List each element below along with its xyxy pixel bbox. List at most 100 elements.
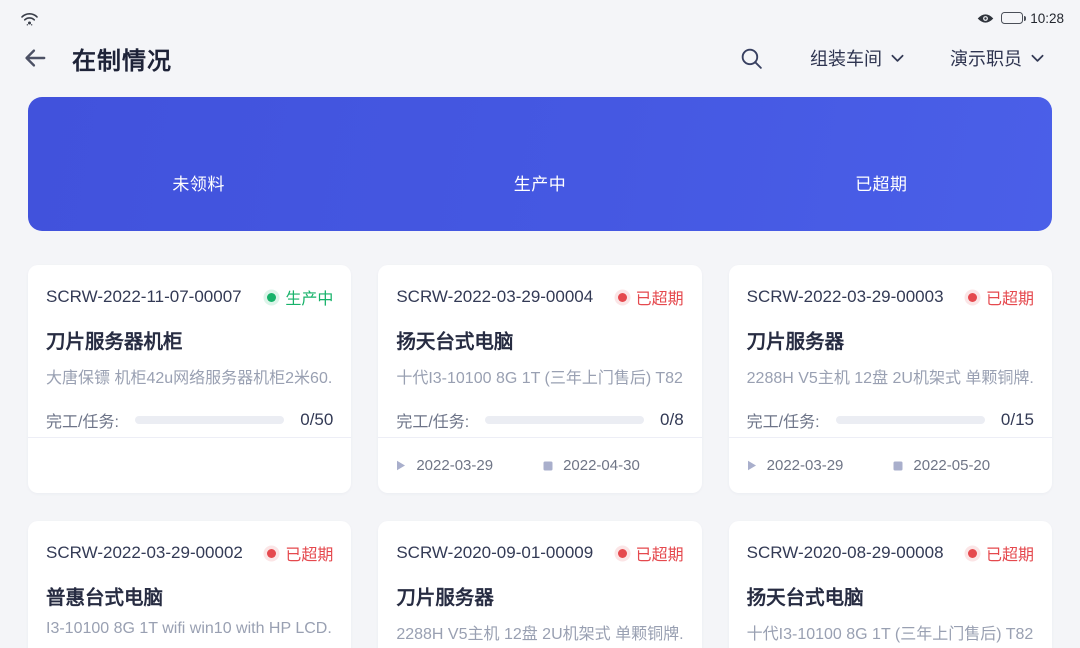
battery-icon [1001,12,1023,24]
eye-comfort-icon [977,13,994,24]
status-bar: 10:28 [0,0,1080,28]
product-title: 普惠台式电脑 [46,581,333,610]
status-label: 生产中 [285,285,333,309]
status-time: 10:28 [1030,11,1064,26]
card-head: SCRW-2022-03-29-00004 已超期 [396,285,683,309]
status-label: 已超期 [986,541,1034,565]
start-date: 2022-03-29 [767,457,844,474]
cards-grid: SCRW-2022-11-07-00007 生产中 刀片服务器机柜 大唐保镖 机… [28,265,1052,648]
status-label: 已超期 [285,541,333,565]
status-dot-icon [267,293,276,302]
start-date-group: 2022-03-29 [747,457,844,474]
card-body: SCRW-2022-03-29-00003 已超期 刀片服务器 2288H V5… [729,265,1052,437]
progress-label: 完工/任务: [747,408,820,432]
status-label: 已超期 [986,285,1034,309]
product-spec: 大唐保镖 机柜42u网络服务器机柜2米60... [46,364,333,388]
start-date: 2022-03-29 [416,457,493,474]
status-badge: 已超期 [968,285,1034,309]
progress-label: 完工/任务: [46,408,119,432]
status-badge: 已超期 [267,541,333,565]
status-dot-icon [618,293,627,302]
work-order-card[interactable]: SCRW-2020-08-29-00008 已超期 扬天台式电脑 十代I3-10… [729,521,1052,648]
status-dot-icon [968,293,977,302]
end-date: 2022-04-30 [563,457,640,474]
search-button[interactable] [739,46,764,71]
product-title: 刀片服务器 [396,581,683,610]
progress-bar [836,416,985,424]
page-title: 在制情况 [72,41,172,76]
status-label: 已超期 [636,541,684,565]
status-badge: 已超期 [968,541,1034,565]
product-spec: 十代I3-10100 8G 1T (三年上门售后) T82... [747,620,1034,644]
workshop-selector[interactable]: 组装车间 [810,45,904,71]
end-date-group: 2022-05-20 [893,457,990,474]
work-order-card[interactable]: SCRW-2022-11-07-00007 生产中 刀片服务器机柜 大唐保镖 机… [28,265,351,493]
user-selector-label: 演示职员 [950,45,1022,71]
product-title: 刀片服务器 [747,325,1034,354]
progress-label: 完工/任务: [396,408,469,432]
status-label: 已超期 [636,285,684,309]
card-head: SCRW-2022-03-29-00003 已超期 [747,285,1034,309]
card-head: SCRW-2020-08-29-00008 已超期 [747,541,1034,565]
play-icon [396,460,406,471]
order-code: SCRW-2020-09-01-00009 [396,543,593,563]
status-dot-icon [968,549,977,558]
tab-in-production[interactable]: 生产中 [369,170,710,195]
end-date: 2022-05-20 [913,457,990,474]
work-order-card[interactable]: SCRW-2020-09-01-00009 已超期 刀片服务器 2288H V5… [378,521,701,648]
progress-bar [135,416,284,424]
order-code: SCRW-2022-03-29-00003 [747,287,944,307]
start-date-group: 2022-03-29 [396,457,493,474]
card-body: SCRW-2022-03-29-00002 已超期 普惠台式电脑 I3-1010… [28,521,351,648]
page-header: 在制情况 组装车间 演示职员 [0,28,1080,88]
dates: 2022-03-29 2022-04-30 [396,457,639,474]
product-spec: 2288H V5主机 12盘 2U机架式 单颗铜牌... [396,620,683,644]
card-body: SCRW-2020-08-29-00008 已超期 扬天台式电脑 十代I3-10… [729,521,1052,648]
order-code: SCRW-2022-03-29-00004 [396,287,593,307]
product-title: 扬天台式电脑 [747,581,1034,610]
back-button[interactable] [22,43,52,73]
status-badge: 已超期 [618,541,684,565]
stop-icon [543,461,553,471]
card-body: SCRW-2022-11-07-00007 生产中 刀片服务器机柜 大唐保镖 机… [28,265,351,437]
product-title: 扬天台式电脑 [396,325,683,354]
status-dot-icon [267,549,276,558]
work-order-card[interactable]: SCRW-2022-03-29-00003 已超期 刀片服务器 2288H V5… [729,265,1052,493]
chevron-down-icon [1031,54,1044,63]
card-footer: 2022-03-29 2022-05-20 [729,437,1052,493]
tab-unpicked[interactable]: 未领料 [28,170,369,195]
work-order-card[interactable]: SCRW-2022-03-29-00004 已超期 扬天台式电脑 十代I3-10… [378,265,701,493]
product-title: 刀片服务器机柜 [46,325,333,354]
card-body: SCRW-2022-03-29-00004 已超期 扬天台式电脑 十代I3-10… [378,265,701,437]
status-badge: 已超期 [618,285,684,309]
card-head: SCRW-2020-09-01-00009 已超期 [396,541,683,565]
product-spec: 十代I3-10100 8G 1T (三年上门售后) T82... [396,364,683,388]
wifi-icon [20,11,39,26]
status-dot-icon [618,549,627,558]
progress-row: 完工/任务: 0/8 [396,408,683,432]
user-selector[interactable]: 演示职员 [950,45,1044,71]
work-order-card[interactable]: SCRW-2022-03-29-00002 已超期 普惠台式电脑 I3-1010… [28,521,351,648]
progress-value: 0/8 [660,410,684,430]
card-body: SCRW-2020-09-01-00009 已超期 刀片服务器 2288H V5… [378,521,701,648]
order-code: SCRW-2020-08-29-00008 [747,543,944,563]
dates: 2022-03-29 2022-05-20 [747,457,990,474]
progress-value: 0/15 [1001,410,1034,430]
order-code: SCRW-2022-11-07-00007 [46,287,242,307]
workshop-selector-label: 组装车间 [810,45,882,71]
progress-value: 0/50 [300,410,333,430]
card-footer [28,437,351,493]
chevron-down-icon [891,54,904,63]
order-code: SCRW-2022-03-29-00002 [46,543,243,563]
product-spec: 2288H V5主机 12盘 2U机架式 单颗铜牌... [747,364,1034,388]
card-head: SCRW-2022-03-29-00002 已超期 [46,541,333,565]
stop-icon [893,461,903,471]
card-head: SCRW-2022-11-07-00007 生产中 [46,285,333,309]
summary-banner: 未领料 生产中 已超期 [28,97,1052,231]
tab-overdue[interactable]: 已超期 [711,170,1052,195]
progress-bar [485,416,644,424]
progress-row: 完工/任务: 0/50 [46,408,333,432]
play-icon [747,460,757,471]
progress-row: 完工/任务: 0/15 [747,408,1034,432]
product-spec: I3-10100 8G 1T wifi win10 with HP LCD... [46,620,333,638]
